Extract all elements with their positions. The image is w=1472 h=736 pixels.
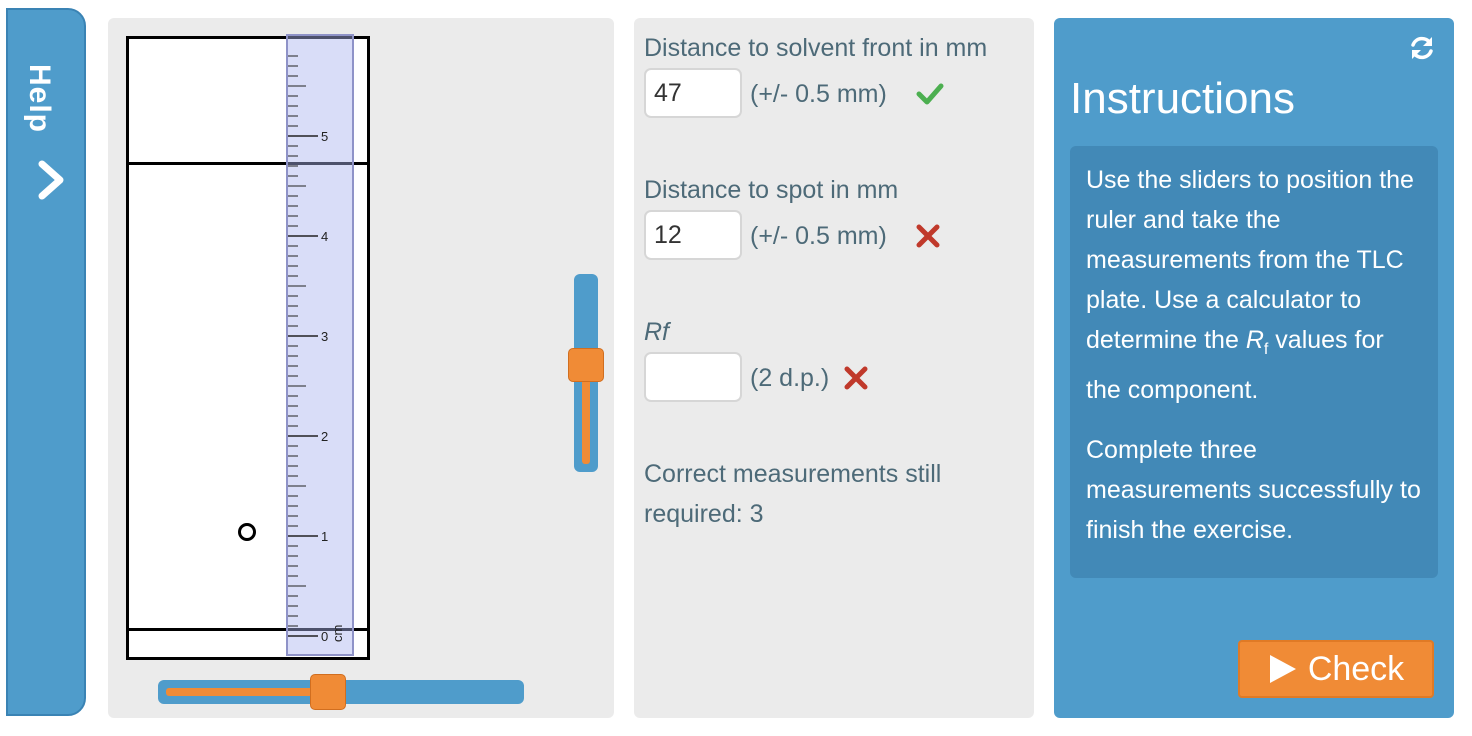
rf-symbol: R	[1245, 326, 1264, 354]
ruler-tick-label: 3	[321, 329, 328, 344]
instructions-title: Instructions	[1070, 74, 1295, 123]
cross-icon	[844, 366, 868, 390]
chevron-right-icon	[38, 160, 64, 200]
play-triangle-icon	[1269, 654, 1296, 683]
tlc-exercise-app: Help 0 1 2 3 4 5 cm Distance to solvent front …	[0, 0, 1472, 736]
ruler-tick-label: 0	[321, 629, 328, 644]
cross-icon	[916, 224, 940, 248]
spot-distance-input[interactable]	[644, 210, 742, 260]
rf-input[interactable]	[644, 352, 742, 402]
instructions-paragraph-2: Complete three measurements successfully…	[1086, 436, 1421, 544]
spot-distance-label: Distance to spot in mm	[644, 176, 899, 204]
solvent-front-input[interactable]	[644, 68, 742, 118]
help-tab[interactable]: Help	[6, 8, 86, 716]
rf-precision: (2 d.p.)	[750, 364, 830, 392]
ruler-tick-label: 1	[321, 529, 328, 544]
plate-panel: 0 1 2 3 4 5 cm	[108, 18, 614, 718]
spot-distance-tolerance: (+/- 0.5 mm)	[750, 222, 887, 250]
ruler[interactable]: 0 1 2 3 4 5 cm	[286, 34, 354, 656]
check-button[interactable]: Check	[1238, 640, 1434, 698]
checkmark-icon	[916, 83, 944, 105]
horizontal-ruler-slider[interactable]	[158, 674, 524, 710]
horizontal-slider-handle[interactable]	[309, 674, 346, 710]
rf-label: Rf	[644, 318, 669, 346]
instructions-paragraph-1: Use the sliders to position the ruler an…	[1086, 166, 1414, 404]
vertical-slider-handle[interactable]	[568, 347, 604, 382]
vertical-ruler-slider[interactable]	[568, 274, 604, 472]
ruler-scale: 0 1 2 3 4 5 cm	[288, 55, 345, 644]
ruler-tick-label: 2	[321, 429, 328, 444]
instructions-panel: Instructions Use the sliders to position…	[1054, 18, 1454, 718]
horizontal-slider-fill	[166, 688, 328, 696]
ruler-tick-label: 5	[321, 129, 328, 144]
solvent-front-tolerance: (+/- 0.5 mm)	[750, 80, 887, 108]
refresh-icon[interactable]	[1408, 34, 1436, 62]
help-label: Help	[23, 64, 56, 134]
check-button-label: Check	[1307, 649, 1405, 688]
instructions-text: Use the sliders to position the ruler an…	[1070, 146, 1438, 578]
ruler-unit-label: cm	[330, 625, 345, 642]
solvent-front-label: Distance to solvent front in mm	[644, 34, 988, 62]
ruler-tick-label: 4	[321, 229, 328, 244]
remaining-count: Correct measurements still required: 3	[644, 460, 942, 528]
measurement-panel: Distance to solvent front in mm (+/- 0.5…	[634, 18, 1034, 718]
sample-spot	[238, 523, 256, 541]
